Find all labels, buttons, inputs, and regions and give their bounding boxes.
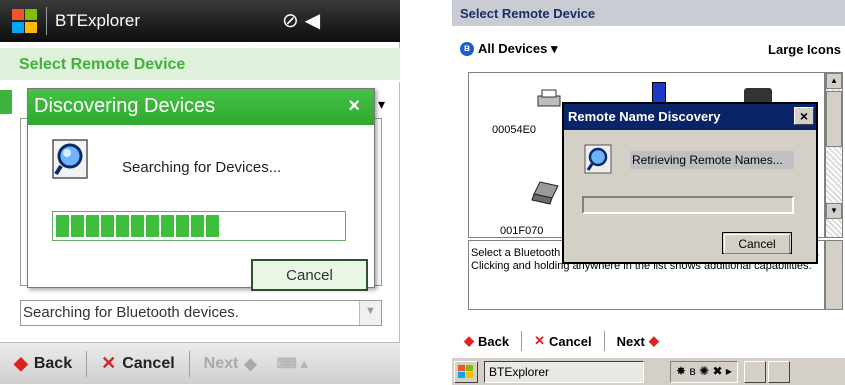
dialog-title-bar: Remote Name Discovery × [564, 104, 816, 130]
scroll-up-icon[interactable]: ▲ [826, 73, 842, 89]
start-button-icon[interactable] [454, 360, 478, 383]
progress-segment [176, 215, 189, 237]
windows-flag-icon [458, 364, 473, 378]
back-button[interactable]: ◆ Back [452, 333, 521, 349]
next-button[interactable]: Next ◆ [190, 354, 271, 374]
discovery-progress-bar [582, 196, 794, 214]
bluetooth-icon: ʙ [460, 42, 474, 56]
list-scrollbar[interactable]: ▲ ▼ [825, 72, 843, 238]
next-arrow-icon: ◆ [244, 355, 257, 373]
dialog-title: Discovering Devices [34, 95, 216, 117]
filter-toolbar: ʙ All Devices ▾ Large Icons [452, 36, 845, 62]
cancel-button[interactable]: ✕ Cancel [522, 333, 604, 349]
dialog-title: Remote Name Discovery [568, 109, 721, 124]
dialog-cancel-button[interactable]: Cancel [251, 259, 368, 291]
filter-dropdown[interactable]: All Devices ▾ [478, 41, 558, 57]
ce-device-screen: Select Remote Device ʙ All Devices ▾ Lar… [452, 0, 845, 385]
remote-name-discovery-dialog: Remote Name Discovery × Retrieving Remot… [562, 102, 818, 264]
status-text-field: Searching for Bluetooth devices. ▼ [20, 300, 382, 326]
scroll-down-icon[interactable]: ▼ [826, 203, 842, 219]
device-label: 001F070 [500, 225, 544, 237]
next-label: Next [616, 333, 645, 349]
retrieving-message: Retrieving Remote Names... [630, 151, 794, 169]
scroll-down-icon[interactable]: ▼ [359, 301, 381, 325]
dialog-cancel-label: Cancel [724, 234, 790, 254]
cancel-x-icon: ✕ [534, 333, 545, 348]
discovery-progress-bar [52, 211, 346, 241]
background-dropdown-arrow-icon: ▾ [378, 96, 386, 112]
cancel-label: Cancel [548, 333, 592, 349]
progress-segment [191, 215, 204, 237]
close-icon[interactable]: × [348, 95, 360, 118]
wm-title-bar: BTExplorer ⊘◀ [0, 0, 400, 42]
back-arrow-icon: ◆ [464, 333, 474, 348]
phone-icon[interactable] [652, 82, 666, 104]
back-label: Back [33, 354, 73, 372]
taskbar-app-button[interactable]: BTExplorer [484, 360, 644, 383]
progress-segment [131, 215, 144, 237]
progress-segment [101, 215, 114, 237]
app-title: BTExplorer [55, 11, 141, 30]
taskbar: BTExplorer ✸ ʙ ✺ ✖ ▸ [452, 357, 845, 385]
next-button[interactable]: Next ◆ [605, 333, 671, 349]
next-label: Next [203, 354, 239, 372]
wm-device-screen: BTExplorer ⊘◀ Select Remote Device ▾ Dis… [0, 0, 400, 384]
cancel-label: Cancel [122, 354, 175, 372]
back-label: Back [478, 333, 510, 349]
view-mode-button[interactable]: Large Icons [768, 42, 841, 57]
search-magnifier-icon [584, 144, 612, 174]
cancel-button[interactable]: ✕ Cancel [87, 353, 189, 374]
progress-segment [56, 215, 69, 237]
discovering-devices-dialog: Discovering Devices × Searching for Devi… [27, 88, 375, 291]
dialog-cancel-button[interactable]: Cancel [722, 232, 792, 254]
printer-icon[interactable] [536, 88, 562, 108]
page-title: Select Remote Device [452, 0, 845, 26]
progress-segment [71, 215, 84, 237]
windows-start-icon[interactable] [10, 7, 40, 35]
scroll-thumb[interactable] [826, 91, 842, 147]
screenshot-stage: BTExplorer ⊘◀ Select Remote Device ▾ Dis… [0, 0, 845, 385]
command-bar: ◆ Back ✕ Cancel Next ◆ [452, 328, 845, 354]
softkey-bar: ◆ Back ✕ Cancel Next ◆ ⌨ ▴ [0, 342, 400, 384]
progress-segment [86, 215, 99, 237]
close-icon[interactable]: × [794, 107, 814, 125]
connectivity-volume-icons[interactable]: ⊘◀ [282, 8, 326, 33]
back-arrow-icon: ◆ [14, 353, 28, 373]
progress-segment [116, 215, 129, 237]
search-magnifier-icon [52, 139, 88, 179]
keyboard-icon[interactable]: ⌨ ▴ [277, 355, 308, 372]
laptop-icon[interactable] [530, 180, 562, 206]
desktop-icon[interactable] [768, 360, 790, 383]
system-tray-icons[interactable]: ✸ ʙ ✺ ✖ ▸ [670, 360, 738, 383]
status-text: Searching for Bluetooth devices. [23, 304, 239, 321]
progress-segment [161, 215, 174, 237]
searching-message: Searching for Devices... [122, 159, 282, 176]
progress-segment [146, 215, 159, 237]
title-separator [46, 7, 47, 35]
dialog-title-bar: Discovering Devices × [28, 89, 374, 125]
next-arrow-icon: ◆ [648, 333, 659, 348]
background-toolbar-fragment [0, 90, 12, 114]
cancel-x-icon: ✕ [101, 353, 117, 373]
input-panel-icon[interactable] [744, 360, 766, 383]
progress-segment [206, 215, 219, 237]
help-scrollbar[interactable] [825, 240, 843, 310]
device-label: 00054E0 [492, 124, 537, 136]
back-button[interactable]: ◆ Back [0, 353, 86, 374]
page-title: Select Remote Device [0, 48, 400, 82]
